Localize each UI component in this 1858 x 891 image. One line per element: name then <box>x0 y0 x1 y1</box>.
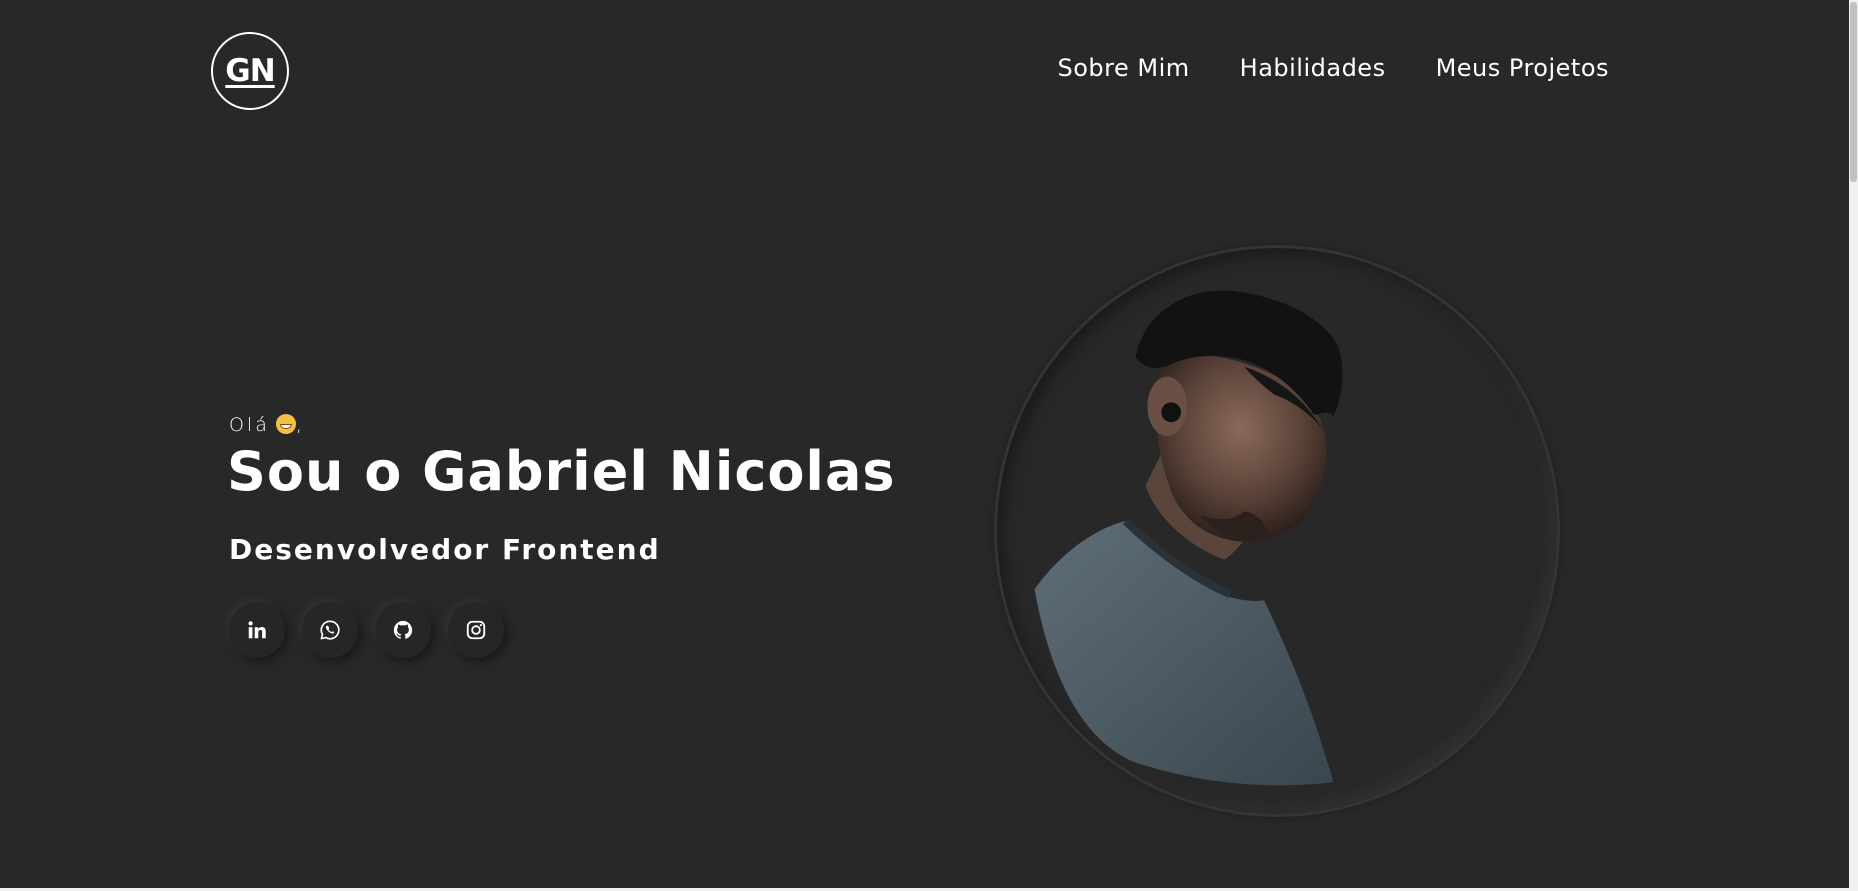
profile-photo <box>994 245 1560 817</box>
profile-photo-illustration <box>1034 290 1343 786</box>
hero-subtitle: Desenvolvedor Frontend <box>229 533 661 566</box>
greeting-text: Olá <box>229 414 270 436</box>
main-nav: Sobre Mim Habilidades Meus Projetos <box>1058 54 1610 82</box>
logo-text: GN <box>225 53 275 89</box>
vertical-scrollbar[interactable] <box>1849 0 1858 891</box>
linkedin-icon <box>248 621 266 639</box>
greeting: Olá, <box>229 414 305 436</box>
logo-button[interactable]: GN <box>211 32 289 110</box>
grinning-face-icon <box>275 414 296 434</box>
whatsapp-icon <box>320 620 340 640</box>
instagram-icon <box>466 620 486 640</box>
greeting-suffix: , <box>295 414 305 436</box>
instagram-button[interactable] <box>448 602 504 658</box>
social-links <box>229 602 504 658</box>
whatsapp-button[interactable] <box>302 602 358 658</box>
linkedin-button[interactable] <box>229 602 285 658</box>
hero-title: Sou o Gabriel Nicolas <box>227 440 896 503</box>
nav-link-sobre-mim[interactable]: Sobre Mim <box>1058 54 1190 82</box>
page: GN Sobre Mim Habilidades Meus Projetos O… <box>0 0 1849 888</box>
scrollbar-thumb[interactable] <box>1850 2 1857 182</box>
nav-link-meus-projetos[interactable]: Meus Projetos <box>1436 54 1609 82</box>
nav-link-habilidades[interactable]: Habilidades <box>1240 54 1386 82</box>
github-icon <box>393 620 413 639</box>
github-button[interactable] <box>375 602 431 658</box>
